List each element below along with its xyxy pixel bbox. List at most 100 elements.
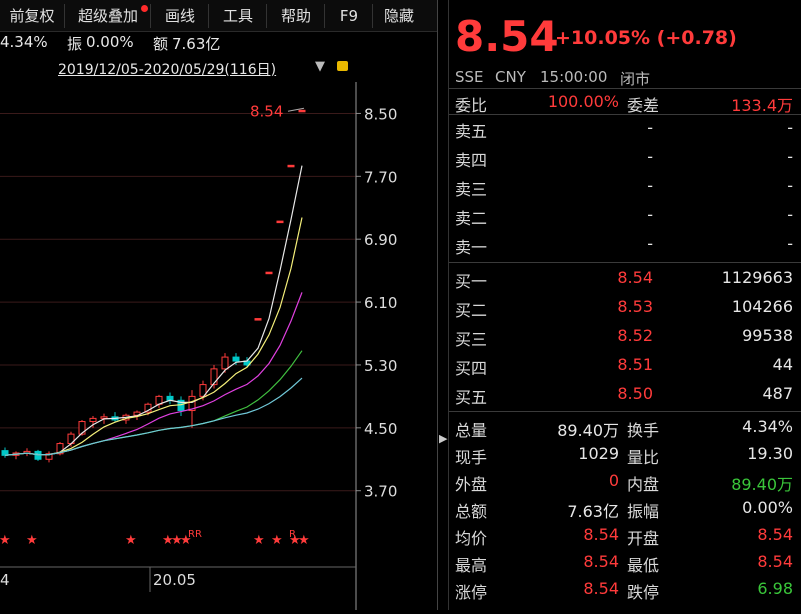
hide-button[interactable]: 隐藏 [374, 4, 424, 28]
ma-line-5 [4, 217, 303, 456]
stat-value: 6.98 [757, 579, 793, 598]
stat-label: 换手 [627, 421, 660, 440]
amplitude-value: 0.00% [86, 33, 134, 51]
ask-volume: - [787, 234, 793, 253]
y-tick-label: 7.70 [364, 168, 397, 186]
divider [449, 114, 801, 115]
stat-value: 0.00% [742, 498, 793, 517]
bid-volume: 487 [762, 384, 793, 403]
stat-label: 外盘 [455, 475, 488, 494]
y-tick-label: 6.90 [364, 231, 397, 249]
ask-volume: - [787, 147, 793, 166]
event-star-icon: ★ [125, 533, 137, 548]
chart-svg: 8.507.706.906.105.304.503.708.54★ ★ ★ ★★★ ★ ★… [0, 82, 397, 610]
candle-body [265, 271, 273, 275]
ask-label: 卖一 [455, 238, 488, 257]
stat-label: 最低 [627, 556, 660, 575]
bid-price: 8.52 [617, 326, 653, 345]
candle-body [34, 450, 42, 460]
date-range-bar: 2019/12/05-2020/05/29(116日) ▼ [0, 58, 437, 80]
bid-volume: 99538 [742, 326, 793, 345]
bid-volume: 44 [772, 355, 793, 374]
event-marker-label: R [289, 529, 296, 540]
bid-label: 买五 [455, 388, 488, 407]
event-star-icon: ★ [271, 533, 283, 548]
f9-button[interactable]: F9 [326, 4, 373, 28]
bid-label: 买二 [455, 301, 488, 320]
ask-label: 卖三 [455, 180, 488, 199]
ask-label: 卖二 [455, 209, 488, 228]
candlestick-chart[interactable]: 8.50 7.70 6.90 6.10 5.30 4.50 3.70 8.54 ★ ★ ★ ★ ★ ★ ★ ★… [0, 82, 437, 610]
event-star-icon: ★ [253, 533, 265, 548]
forward-adjust-button[interactable]: 前复权 [0, 4, 65, 28]
ma-line-40 [4, 377, 303, 456]
event-marker-label: RR [188, 529, 202, 540]
turnover-value: 4.34% [0, 33, 48, 51]
last-price-label: 8.54 [250, 102, 283, 120]
tools-button[interactable]: 工具 [210, 4, 267, 28]
y-tick-label: 4.50 [364, 420, 397, 438]
stat-label: 涨停 [455, 583, 488, 602]
candle-body [276, 220, 284, 224]
y-tick-label: 8.50 [364, 105, 397, 123]
bid-label: 买四 [455, 359, 488, 378]
ask-price: - [647, 205, 653, 224]
bid-price: 8.53 [617, 297, 653, 316]
ask-price: - [647, 176, 653, 195]
stat-label: 总量 [455, 421, 488, 440]
weibi-label: 委比 [455, 96, 488, 115]
candle-body [287, 164, 295, 168]
stat-value: 1029 [578, 444, 619, 463]
stat-value: 8.54 [583, 525, 619, 544]
stat-label: 振幅 [627, 502, 660, 521]
date-range-text[interactable]: 2019/12/05-2020/05/29(116日) [58, 59, 276, 79]
market-status: 闭市 [620, 70, 651, 88]
stat-label: 现手 [455, 448, 488, 467]
stat-label: 开盘 [627, 529, 660, 548]
candle-body [254, 318, 262, 321]
event-star-icon: ★ [0, 533, 11, 548]
stat-label: 均价 [455, 529, 488, 548]
weicha-label: 委差 [627, 96, 660, 115]
candle-body [298, 109, 306, 113]
stat-value: 4.34% [742, 417, 793, 436]
ask-price: - [647, 118, 653, 137]
last-price: 8.54 [455, 12, 559, 61]
dropdown-triangle-icon[interactable]: ▼ [315, 59, 325, 74]
market-label: SSE [455, 68, 484, 86]
ask-price: - [647, 147, 653, 166]
stat-label: 总额 [455, 502, 488, 521]
collapse-arrow-icon[interactable]: ▶ [439, 432, 447, 445]
help-button[interactable]: 帮助 [268, 4, 325, 28]
candle-body [232, 356, 240, 362]
stat-value: 8.54 [583, 579, 619, 598]
bid-volume: 104266 [731, 297, 793, 316]
bid-price: 8.51 [617, 355, 653, 374]
bid-label: 买一 [455, 272, 488, 291]
bid-volume: 1129663 [721, 268, 793, 287]
divider [449, 262, 801, 263]
y-tick-label: 3.70 [364, 483, 397, 501]
weicha-value: 133.4万 [731, 96, 793, 115]
draw-line-button[interactable]: 画线 [152, 4, 209, 28]
quote-panel: 8.54 +10.05% (+0.78) SSE CNY 15:00:00 闭市… [449, 0, 801, 610]
y-tick-label: 5.30 [364, 357, 397, 375]
event-star-icon: ★ [298, 533, 310, 548]
stat-value: 0 [608, 471, 619, 490]
chart-toolbar: 前复权 超级叠加 画线 工具 帮助 F9 隐藏 [0, 0, 437, 32]
stat-value: 8.54 [757, 552, 793, 571]
candle-body [100, 416, 108, 419]
chart-info-row: 4.34% 振 0.00% 额 7.63亿 [0, 33, 437, 55]
super-overlay-button[interactable]: 超级叠加 [66, 4, 151, 28]
stat-label: 跌停 [627, 583, 660, 602]
divider [449, 411, 801, 412]
ask-label: 卖五 [455, 122, 488, 141]
lock-icon[interactable] [337, 61, 348, 71]
stat-value: 19.30 [747, 444, 793, 463]
candle-body [89, 417, 97, 423]
y-tick-label: 6.10 [364, 294, 397, 312]
event-star-icon: ★ [26, 533, 38, 548]
amplitude-label: 振 [67, 35, 83, 53]
candle-body [210, 368, 218, 386]
bid-price: 8.50 [617, 384, 653, 403]
